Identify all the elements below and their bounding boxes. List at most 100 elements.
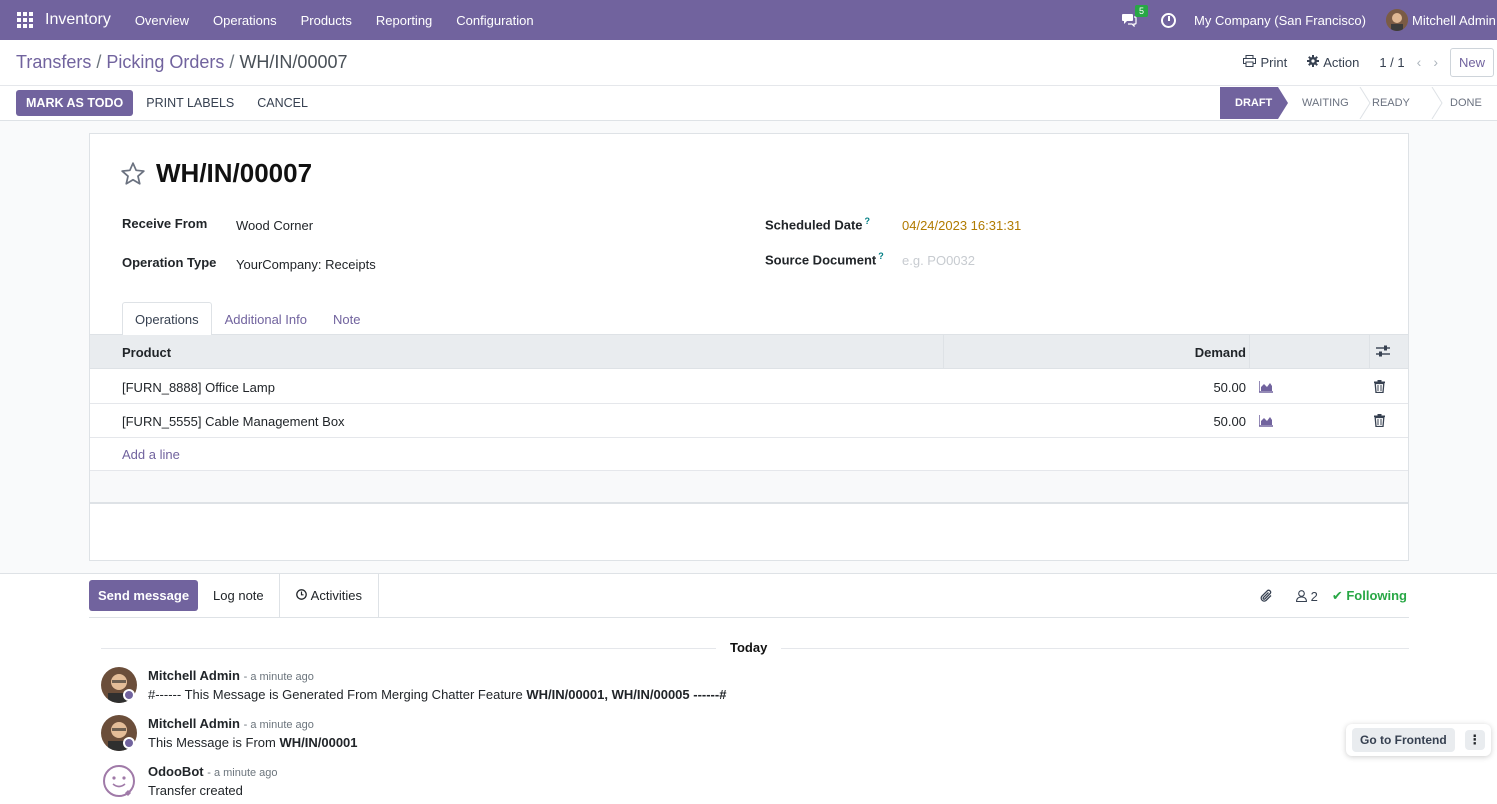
- table-row[interactable]: [FURN_5555] Cable Management Box 50.00: [90, 404, 1408, 438]
- operation-type-label: Operation Type: [122, 255, 217, 270]
- new-record-button[interactable]: New: [1449, 47, 1494, 77]
- action-label: Action: [1323, 54, 1360, 70]
- app-name[interactable]: Inventory: [45, 11, 111, 29]
- online-status-icon: [123, 689, 135, 701]
- column-divider: [1249, 335, 1250, 369]
- pager-next-icon[interactable]: ›: [1433, 54, 1438, 70]
- message-text: Transfer created: [148, 783, 243, 798]
- following-button[interactable]: ✔ Following: [1332, 588, 1407, 604]
- top-navbar: Inventory Overview Operations Products R…: [0, 0, 1497, 40]
- status-steps: DRAFT WAITING READY DONE: [1220, 87, 1497, 119]
- step-ready[interactable]: READY: [1363, 87, 1433, 119]
- followers-count: 2: [1310, 588, 1318, 604]
- paperclip-icon[interactable]: [1260, 589, 1274, 603]
- star-icon[interactable]: [120, 161, 146, 187]
- cancel-button[interactable]: CANCEL: [257, 90, 308, 116]
- record-name: WH/IN/00007: [156, 158, 313, 188]
- help-tooltip-icon[interactable]: ?: [878, 251, 884, 261]
- row-product[interactable]: [FURN_5555] Cable Management Box: [122, 414, 345, 429]
- activity-clock-icon[interactable]: [1161, 12, 1177, 28]
- message-time: - a minute ago: [243, 671, 314, 683]
- company-switcher[interactable]: My Company (San Francisco): [1194, 13, 1366, 28]
- print-button[interactable]: Print: [1243, 54, 1287, 70]
- delete-row-icon[interactable]: [1374, 414, 1385, 428]
- menu-overview[interactable]: Overview: [123, 13, 201, 28]
- forecast-chart-icon[interactable]: [1258, 381, 1273, 393]
- step-draft: DRAFT: [1235, 97, 1273, 109]
- help-tooltip-icon[interactable]: ?: [865, 216, 871, 226]
- message-time: - a minute ago: [243, 719, 314, 731]
- forecast-chart-icon[interactable]: [1258, 415, 1273, 427]
- mark-as-todo-button[interactable]: MARK AS TODO: [16, 90, 134, 116]
- following-label: Following: [1346, 588, 1407, 603]
- source-document-label-text: Source Document: [765, 252, 877, 268]
- print-labels-button[interactable]: PRINT LABELS: [146, 90, 234, 116]
- receive-from-label: Receive From: [122, 216, 208, 231]
- source-document-label: Source Document?: [765, 251, 884, 267]
- tab-additional-info[interactable]: Additional Info: [212, 302, 320, 337]
- pager-previous-icon[interactable]: ‹: [1417, 54, 1422, 70]
- chatter: Send message Log note Activities 2 ✔ Fol…: [0, 574, 1497, 804]
- online-status-icon: [123, 737, 135, 749]
- message-text: #------ This Message is Generated From M…: [148, 687, 527, 702]
- form-sheet: WH/IN/00007 Receive From Wood Corner Ope…: [89, 133, 1409, 561]
- column-demand[interactable]: Demand: [1195, 345, 1246, 360]
- go-to-frontend-button[interactable]: Go to Frontend: [1352, 728, 1455, 752]
- row-product[interactable]: [FURN_8888] Office Lamp: [122, 380, 275, 395]
- column-divider: [1369, 335, 1370, 369]
- message-text-bold: WH/IN/00001: [279, 735, 358, 750]
- step-waiting[interactable]: WAITING: [1288, 87, 1363, 119]
- user-name[interactable]: Mitchell Admin: [1412, 13, 1497, 28]
- send-message-button[interactable]: Send message: [89, 580, 199, 611]
- odoobot-avatar[interactable]: [101, 763, 137, 799]
- navbar-systray: 5 My Company (San Francisco) Mitchell Ad…: [1121, 0, 1497, 40]
- menu-products[interactable]: Products: [289, 13, 364, 28]
- menu-configuration[interactable]: Configuration: [444, 13, 545, 28]
- operation-type-field[interactable]: YourCompany: Receipts: [236, 257, 376, 272]
- receive-from-field[interactable]: Wood Corner: [236, 218, 313, 233]
- column-product[interactable]: Product: [122, 345, 171, 360]
- add-line-link[interactable]: Add a line: [122, 447, 180, 462]
- control-panel: Transfers / Picking Orders / WH/IN/00007 Pri…: [0, 40, 1497, 121]
- step-done[interactable]: DONE: [1433, 87, 1497, 119]
- message-body: #------ This Message is Generated From M…: [148, 687, 726, 702]
- date-separator: Today: [730, 640, 768, 655]
- column-divider: [943, 335, 944, 369]
- activities-button[interactable]: Activities: [280, 574, 379, 617]
- menu-reporting[interactable]: Reporting: [364, 13, 444, 28]
- message-time: - a minute ago: [207, 767, 278, 779]
- table-row[interactable]: [FURN_8888] Office Lamp 50.00: [90, 370, 1408, 404]
- messaging-icon[interactable]: 5: [1121, 5, 1149, 28]
- date-separator-line: [781, 648, 1409, 649]
- apps-menu-icon[interactable]: [17, 12, 33, 28]
- breadcrumb-picking-orders[interactable]: Picking Orders: [106, 52, 224, 72]
- date-separator-line: [101, 648, 716, 649]
- breadcrumb-current: WH/IN/00007: [239, 52, 348, 72]
- table-empty-row: [90, 470, 1408, 504]
- optional-columns-icon[interactable]: [1376, 345, 1390, 357]
- more-options-icon[interactable]: ⋮: [1464, 730, 1485, 750]
- breadcrumb: Transfers / Picking Orders / WH/IN/00007: [16, 52, 347, 73]
- scheduled-date-field[interactable]: 04/24/2023 16:31:31: [902, 218, 1021, 233]
- followers-button[interactable]: 2: [1295, 588, 1318, 604]
- tab-note[interactable]: Note: [320, 302, 373, 337]
- delete-row-icon[interactable]: [1374, 380, 1385, 394]
- main-menu: Overview Operations Products Reporting C…: [123, 13, 546, 28]
- action-button[interactable]: Action: [1307, 54, 1360, 70]
- pager-value[interactable]: 1 / 1: [1379, 55, 1404, 70]
- user-avatar[interactable]: [1386, 9, 1408, 31]
- menu-operations[interactable]: Operations: [201, 13, 289, 28]
- scheduled-date-label-text: Scheduled Date: [765, 217, 863, 233]
- breadcrumb-transfers[interactable]: Transfers: [16, 52, 91, 72]
- chatter-topbar-right: 2 ✔ Following: [1260, 574, 1409, 618]
- author-name[interactable]: Mitchell Admin: [148, 668, 240, 683]
- log-note-button[interactable]: Log note: [198, 574, 280, 617]
- tab-operations[interactable]: Operations: [122, 302, 212, 337]
- row-demand[interactable]: 50.00: [1213, 380, 1246, 395]
- author-name[interactable]: OdooBot: [148, 764, 204, 779]
- control-panel-divider: [0, 85, 1497, 86]
- source-document-field[interactable]: e.g. PO0032: [902, 253, 975, 268]
- author-name[interactable]: Mitchell Admin: [148, 716, 240, 731]
- message-body: Transfer created: [148, 783, 243, 798]
- row-demand[interactable]: 50.00: [1213, 414, 1246, 429]
